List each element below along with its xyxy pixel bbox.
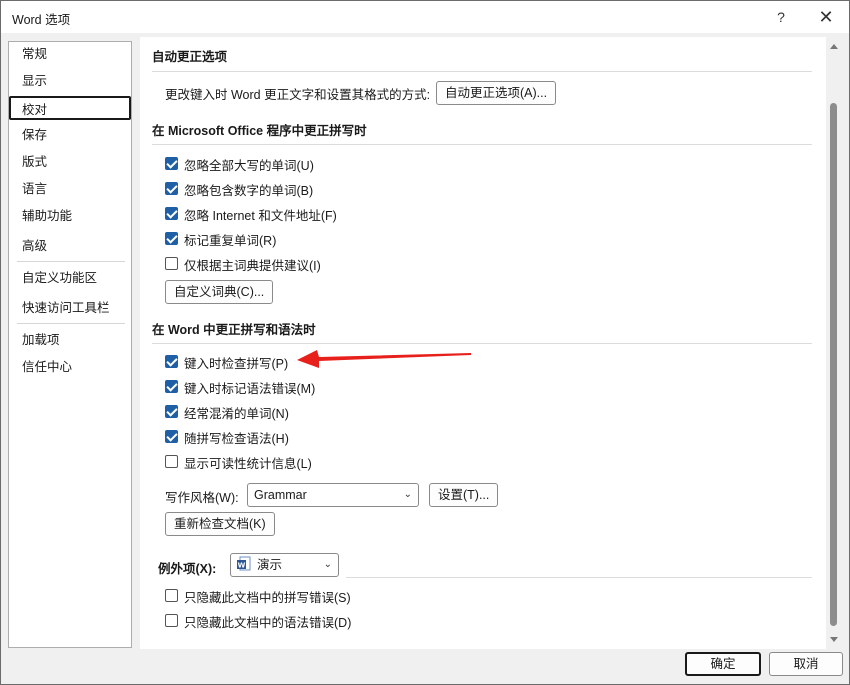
annotation-arrow <box>297 350 471 368</box>
ok-button[interactable]: 确定 <box>685 652 761 676</box>
vertical-scrollbar[interactable] <box>827 41 841 645</box>
word-options-dialog: Word 选项 ? ✕ 常规 显示 校对 保存 版式 语言 辅助功能 高级 自定… <box>0 0 850 685</box>
scrollbar-thumb[interactable] <box>830 103 837 626</box>
cancel-button[interactable]: 取消 <box>769 652 843 676</box>
scroll-up-icon[interactable] <box>830 44 838 49</box>
arrow-shape <box>297 350 471 368</box>
scroll-down-icon[interactable] <box>830 637 838 642</box>
